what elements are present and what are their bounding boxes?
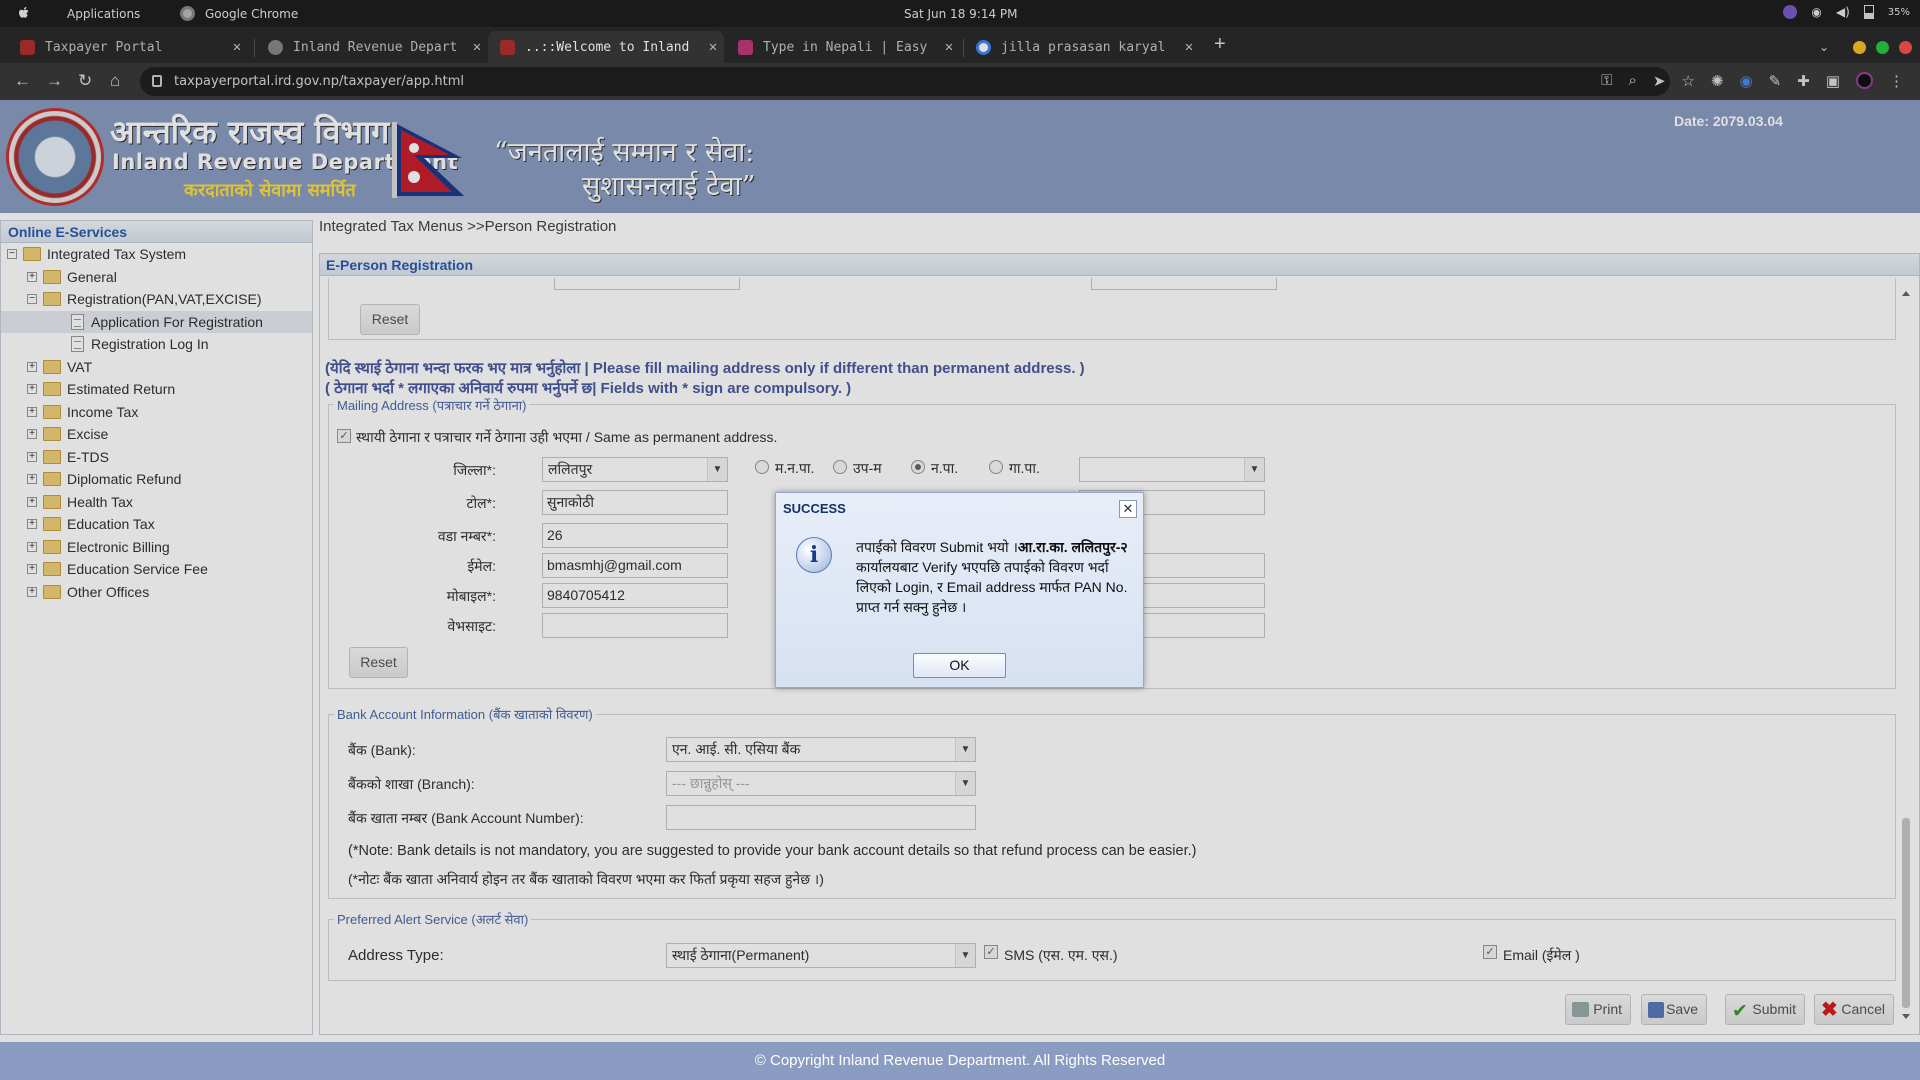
message-office: आ.रा.का. ललितपुर-२ xyxy=(1017,539,1128,555)
dialog-title: SUCCESS xyxy=(783,501,846,516)
dialog-ok-button[interactable]: OK xyxy=(913,653,1006,678)
message-part: तपाईको विवरण Submit भयो । xyxy=(856,539,1018,555)
dialog-close-icon[interactable]: ✕ xyxy=(1119,500,1137,518)
info-icon: i xyxy=(796,537,832,573)
success-dialog: SUCCESS ✕ i तपाईको विवरण Submit भयो ।आ.र… xyxy=(775,492,1144,688)
dialog-message: तपाईको विवरण Submit भयो ।आ.रा.का. ललितपु… xyxy=(856,537,1131,617)
message-part: कार्यालयबाट Verify भएपछि तपाईको विवरण भर… xyxy=(856,559,1128,615)
footer: © Copyright Inland Revenue Department. A… xyxy=(0,1042,1920,1080)
